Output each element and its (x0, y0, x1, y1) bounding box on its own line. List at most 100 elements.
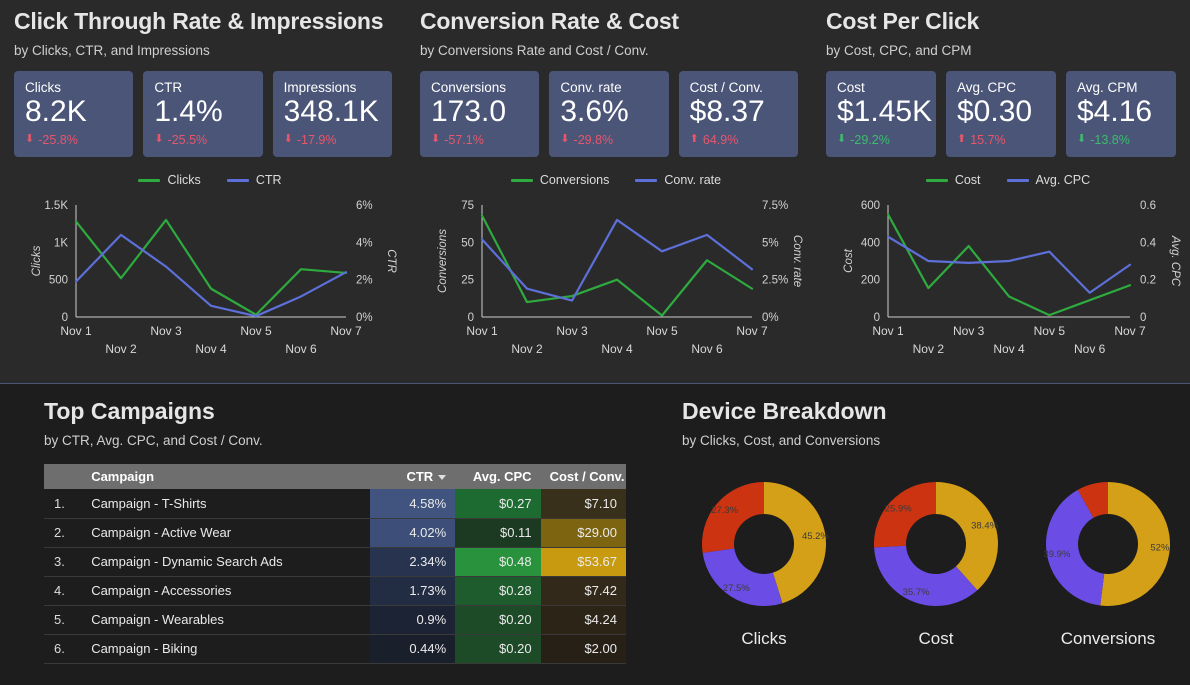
svg-text:0.2: 0.2 (1140, 275, 1156, 287)
arrow-up-icon: ⬆ (957, 133, 967, 146)
svg-text:600: 600 (861, 200, 880, 212)
kpi-delta: ⬆ 64.9% (690, 133, 787, 147)
arrow-down-icon: ⬇ (283, 133, 293, 146)
legend-item[interactable]: Conversions (510, 173, 609, 187)
svg-text:Conv. rate: Conv. rate (791, 235, 803, 287)
cell-index: 6. (44, 634, 83, 664)
panel-subtitle: by CTR, Avg. CPC, and Cost / Conv. (44, 433, 263, 448)
kpi-delta: ⬇ -13.8% (1077, 133, 1165, 147)
svg-text:CTR: CTR (385, 249, 397, 273)
svg-text:Nov 4: Nov 4 (601, 342, 633, 356)
svg-text:Nov 2: Nov 2 (105, 342, 137, 356)
cell-campaign-name: Campaign - Biking (82, 634, 370, 664)
line-chart-svg: 0 25 50 75 0% 2.5% 5% 7.5% Conversions Conv. rate… (437, 200, 803, 356)
legend-label: Conv. rate (664, 173, 722, 187)
kpi-card-conversions[interactable]: Conversions 173.0 ⬇ -57.1% (420, 70, 540, 157)
bottom-section: Top Campaigns by CTR, Avg. CPC, and Cost… (0, 384, 1190, 685)
kpi-label: Cost (837, 79, 865, 95)
chart-cost-cpc[interactable]: Cost Avg. CPC 0 200 400 600 0 0.2 0.4 0.6 Cost Av… (826, 168, 1190, 378)
arrow-down-icon: ⬇ (431, 133, 441, 146)
donut-conversions[interactable]: 52% 39.9% Conversions (1026, 474, 1190, 649)
donut-label: Clicks (741, 629, 787, 648)
legend-item[interactable]: Cost (925, 173, 981, 187)
kpi-delta-value: -57.1% (444, 132, 484, 147)
cell-cost-per-conv: $7.10 (540, 489, 626, 519)
donut-label: Cost (918, 629, 954, 648)
svg-text:Clicks: Clicks (31, 245, 43, 276)
svg-text:Nov 4: Nov 4 (195, 342, 227, 356)
kpi-card-conv-rate[interactable]: Conv. rate 3.6% ⬇ -29.8% (549, 70, 669, 157)
kpi-label: Conv. rate (560, 79, 622, 95)
legend-item[interactable]: Clicks (138, 173, 201, 187)
page-title: Conversion Rate & Cost (420, 8, 679, 34)
donut-clicks[interactable]: 45.2% 27.5% 27.3% Clicks (682, 474, 846, 649)
svg-text:35.7%: 35.7% (903, 587, 930, 598)
page-title: Click Through Rate & Impressions (14, 8, 384, 34)
cell-index: 5. (44, 605, 83, 635)
svg-text:0: 0 (468, 312, 474, 324)
column-header-cost-per-conv[interactable]: Cost / Conv. (540, 464, 626, 489)
cell-avg-cpc: $0.11 (455, 518, 541, 548)
kpi-delta: ⬇ -29.8% (560, 133, 657, 147)
arrow-up-icon: ⬆ (689, 133, 699, 146)
legend-swatch-icon (925, 178, 948, 182)
line-chart-svg: 0 200 400 600 0 0.2 0.4 0.6 Cost Avg. CPC Nov 1 Nov… (843, 200, 1181, 356)
kpi-card-cost[interactable]: Cost $1.45K ⬇ -29.2% (826, 70, 936, 157)
cell-campaign-name: Campaign - Dynamic Search Ads (82, 547, 370, 577)
kpi-value: 173.0 (431, 94, 507, 128)
legend-item[interactable]: Avg. CPC (1006, 173, 1091, 187)
svg-text:0%: 0% (762, 312, 779, 324)
kpi-card-cost-per-conv[interactable]: Cost / Conv. $8.37 ⬆ 64.9% (678, 70, 798, 157)
kpi-label: Clicks (25, 79, 61, 95)
column-header-avg-cpc[interactable]: Avg. CPC (455, 464, 541, 489)
table-header-row: Campaign CTR Avg. CPC Cost / Conv. (44, 464, 626, 489)
cell-avg-cpc: $0.28 (455, 576, 541, 606)
table-row[interactable]: 4. Campaign - Accessories 1.73% $0.28 $7.42 (44, 576, 626, 606)
kpi-delta-value: -29.2% (850, 132, 890, 147)
table-row[interactable]: 6. Campaign - Biking 0.44% $0.20 $2.00 (44, 634, 626, 664)
kpi-card-clicks[interactable]: Clicks 8.2K ⬇ -25.8% (14, 70, 134, 157)
chart-legend: Clicks CTR (14, 168, 406, 187)
kpi-delta-value: -25.8% (38, 132, 78, 147)
chart-legend: Cost Avg. CPC (826, 168, 1190, 187)
donut-cost[interactable]: 38.4% 35.7% 25.9% Cost (854, 474, 1018, 649)
svg-text:27.3%: 27.3% (711, 505, 738, 516)
svg-text:500: 500 (49, 275, 68, 287)
svg-text:2.5%: 2.5% (762, 275, 788, 287)
column-header-ctr[interactable]: CTR (369, 464, 456, 489)
legend-label: Avg. CPC (1035, 173, 1091, 187)
svg-text:50: 50 (461, 237, 474, 249)
legend-item[interactable]: CTR (226, 173, 282, 187)
table-body: 1. Campaign - T-Shirts 4.58% $0.27 $7.10 2. Ca… (44, 489, 626, 664)
kpi-card-ctr[interactable]: CTR 1.4% ⬇ -25.5% (143, 70, 263, 157)
column-header-campaign[interactable]: Campaign (82, 464, 370, 489)
svg-text:2%: 2% (356, 275, 373, 287)
kpi-card-avg-cpm[interactable]: Avg. CPM $4.16 ⬇ -13.8% (1066, 70, 1176, 157)
chart-conversions-rate[interactable]: Conversions Conv. rate 0 25 50 75 0% 2.5% 5% 7.… (420, 168, 812, 378)
kpi-label: Cost / Conv. (689, 79, 763, 95)
page-title: Cost Per Click (826, 8, 980, 34)
kpi-card-avg-cpc[interactable]: Avg. CPC $0.30 ⬆ 15.7% (946, 70, 1056, 157)
table-row[interactable]: 2. Campaign - Active Wear 4.02% $0.11 $29.00 (44, 518, 626, 548)
svg-text:Nov 2: Nov 2 (511, 342, 543, 356)
kpi-delta-value: -17.9% (296, 132, 337, 147)
svg-text:6%: 6% (356, 200, 373, 212)
kpi-card-impressions[interactable]: Impressions 348.1K ⬇ -17.9% (272, 70, 392, 157)
svg-text:Nov 6: Nov 6 (691, 342, 723, 356)
cell-avg-cpc: $0.27 (455, 489, 541, 519)
table-row[interactable]: 1. Campaign - T-Shirts 4.58% $0.27 $7.10 (44, 489, 626, 519)
svg-text:Nov 7: Nov 7 (736, 324, 768, 338)
table-row[interactable]: 5. Campaign - Wearables 0.9% $0.20 $4.24 (44, 605, 626, 635)
sort-descending-icon[interactable] (438, 475, 447, 481)
chart-clicks-ctr[interactable]: Clicks CTR 0 500 1K 1.5K 0% 2% 4% 6% Clicks CTR No… (14, 168, 406, 378)
legend-item[interactable]: Conv. rate (635, 173, 721, 187)
table-row[interactable]: 3. Campaign - Dynamic Search Ads 2.34% $0.4… (44, 547, 626, 577)
svg-text:Nov 4: Nov 4 (993, 342, 1025, 356)
svg-text:200: 200 (861, 275, 880, 287)
svg-text:1.5K: 1.5K (44, 200, 68, 212)
cell-cost-per-conv: $7.42 (540, 576, 626, 606)
donut-chart-svg: 38.4% 35.7% 25.9% (874, 482, 999, 606)
svg-text:Nov 1: Nov 1 (872, 324, 904, 338)
svg-text:7.5%: 7.5% (762, 200, 788, 212)
kpi-delta-value: 15.7% (970, 132, 1006, 147)
